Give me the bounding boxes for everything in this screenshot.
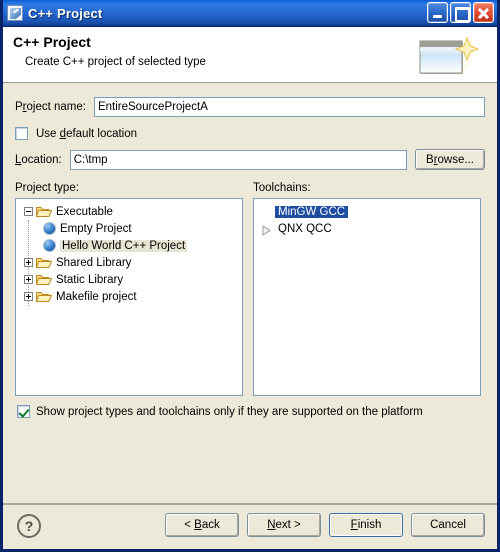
navigation-buttons: < Back Next > Finish Cancel <box>165 513 485 537</box>
project-name-label: Project name: <box>15 101 86 113</box>
browse-button[interactable]: Browse... <box>415 149 485 170</box>
tree-node-label: Empty Project <box>60 222 132 235</box>
show-supported-row[interactable]: Show project types and toolchains only i… <box>3 396 497 418</box>
cpp-project-dialog: C++ Project C++ Project Create C++ proje… <box>0 0 500 552</box>
location-row: Location: Browse... <box>3 140 497 170</box>
close-button[interactable] <box>473 2 494 23</box>
toolchain-label: QNX QCC <box>278 222 332 235</box>
toolchains-caption: Toolchains: <box>253 182 311 194</box>
use-default-location-row[interactable]: Use default location <box>3 117 497 140</box>
minimize-button[interactable] <box>427 2 448 23</box>
project-type-column: Project type: Executable Empty Project H… <box>15 182 243 396</box>
expand-icon[interactable] <box>24 258 33 267</box>
button-bar: ? < Back Next > Finish Cancel <box>3 503 497 549</box>
folder-open-icon <box>36 205 52 218</box>
toolchains-column: Toolchains: MinGW GCC QNX QCC <box>253 182 481 396</box>
project-type-caption: Project type: <box>15 182 79 194</box>
finish-button[interactable]: Finish <box>329 513 403 537</box>
folder-open-icon <box>36 273 52 286</box>
tree-node-static-library[interactable]: Static Library <box>24 271 240 288</box>
maximize-button[interactable] <box>450 2 471 23</box>
tree-node-shared-library[interactable]: Shared Library <box>24 254 240 271</box>
window-controls <box>427 2 494 23</box>
window-title: C++ Project <box>28 5 103 21</box>
tree-node-empty-project[interactable]: Empty Project <box>44 220 240 237</box>
triangle-right-icon[interactable] <box>260 223 273 236</box>
sphere-icon <box>44 240 55 251</box>
collapse-icon[interactable] <box>24 207 33 216</box>
new-project-wizard-banner-icon <box>415 33 483 81</box>
toolchain-item-mingw-gcc[interactable]: MinGW GCC <box>256 203 478 220</box>
project-name-input[interactable] <box>93 97 485 117</box>
location-label: Location: <box>15 153 62 166</box>
location-input[interactable] <box>69 149 407 170</box>
expand-icon[interactable] <box>24 292 33 301</box>
cancel-button[interactable]: Cancel <box>411 513 485 537</box>
next-button[interactable]: Next > <box>247 513 321 537</box>
tree-node-label: Static Library <box>56 273 124 286</box>
wizard-header: C++ Project Create C++ project of select… <box>3 27 497 83</box>
lists-area: Project type: Executable Empty Project H… <box>3 170 497 396</box>
show-supported-label: Show project types and toolchains only i… <box>36 405 423 418</box>
project-name-row: Project name: <box>3 83 497 117</box>
back-button[interactable]: < Back <box>165 513 239 537</box>
project-type-tree[interactable]: Executable Empty Project Hello World C++… <box>15 198 243 396</box>
toolchain-label: MinGW GCC <box>275 205 349 218</box>
use-default-location-label: Use default location <box>36 127 138 140</box>
cpp-project-icon <box>7 5 23 21</box>
tree-node-label: Makefile project <box>56 290 137 303</box>
title-bar: C++ Project <box>3 0 497 27</box>
tree-node-executable[interactable]: Executable <box>24 203 240 220</box>
use-default-location-checkbox[interactable] <box>15 127 28 140</box>
show-supported-checkbox[interactable] <box>17 405 30 418</box>
folder-open-icon <box>36 290 52 303</box>
toolchain-item-qnx-qcc[interactable]: QNX QCC <box>256 220 478 237</box>
tree-node-label: Hello World C++ Project <box>60 239 188 252</box>
help-icon[interactable]: ? <box>17 514 41 538</box>
tree-node-makefile-project[interactable]: Makefile project <box>24 288 240 305</box>
tree-node-label: Shared Library <box>56 256 132 269</box>
expand-icon[interactable] <box>24 275 33 284</box>
sphere-icon <box>44 223 55 234</box>
toolchains-list[interactable]: MinGW GCC QNX QCC <box>253 198 481 396</box>
dialog-body: Project name: Use default location Locat… <box>3 83 497 492</box>
folder-open-icon <box>36 256 52 269</box>
tree-node-label: Executable <box>56 205 113 218</box>
tree-node-hello-world-cpp-project[interactable]: Hello World C++ Project <box>44 237 240 254</box>
